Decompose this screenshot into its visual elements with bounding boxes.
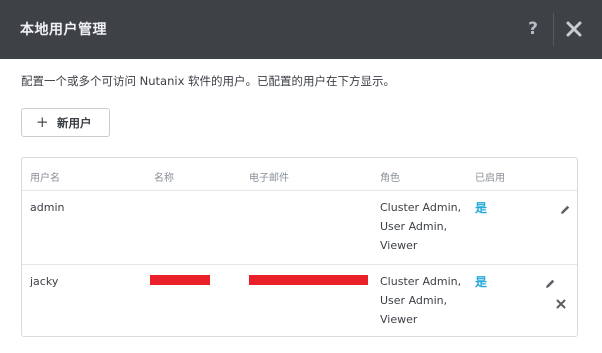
role-item: Cluster Admin, [380,275,462,288]
redacted-email [249,275,368,285]
redacted-name [150,275,210,285]
delete-x-icon[interactable] [555,295,567,314]
table-row-enabled: 是 [475,201,488,215]
table-row-roles: Cluster Admin, User Admin, Viewer [380,272,461,329]
help-question-icon[interactable]: ? [524,17,542,41]
column-header-username: 用户名 [30,173,60,184]
new-user-button[interactable]: + 新用户 [21,108,110,137]
edit-pencil-icon[interactable] [559,201,571,220]
column-header-name: 名称 [154,173,174,184]
dialog-description: 配置一个或多个可访问 Nutanix 软件的用户。已配置的用户在下方显示。 [21,74,396,88]
plus-icon: + [36,113,49,131]
table-row-username: admin [30,201,65,214]
row-divider [22,264,577,265]
users-table: 用户名 名称 电子邮件 角色 已启用 admin Cluster Admin, … [21,157,578,337]
edit-pencil-icon[interactable] [544,275,556,294]
header-divider [553,13,554,46]
role-item: User Admin, [380,294,448,307]
column-header-enabled: 已启用 [475,173,505,184]
role-item: Viewer [380,313,418,326]
row-divider [22,190,577,191]
table-row-roles: Cluster Admin, User Admin, Viewer [380,198,461,255]
column-header-role: 角色 [380,173,400,184]
close-icon[interactable] [564,16,584,42]
role-item: Viewer [380,239,418,252]
dialog-header: 本地用户管理 ? [0,0,602,59]
dialog-title: 本地用户管理 [20,22,107,38]
role-item: User Admin, [380,220,448,233]
column-header-email: 电子邮件 [249,173,289,184]
table-row-username: jacky [30,275,59,288]
table-row-enabled: 是 [475,275,488,289]
role-item: Cluster Admin, [380,201,462,214]
local-user-management-dialog: 本地用户管理 ? 配置一个或多个可访问 Nutanix 软件的用户。已配置的用户… [0,0,602,353]
new-user-button-label: 新用户 [57,116,92,130]
